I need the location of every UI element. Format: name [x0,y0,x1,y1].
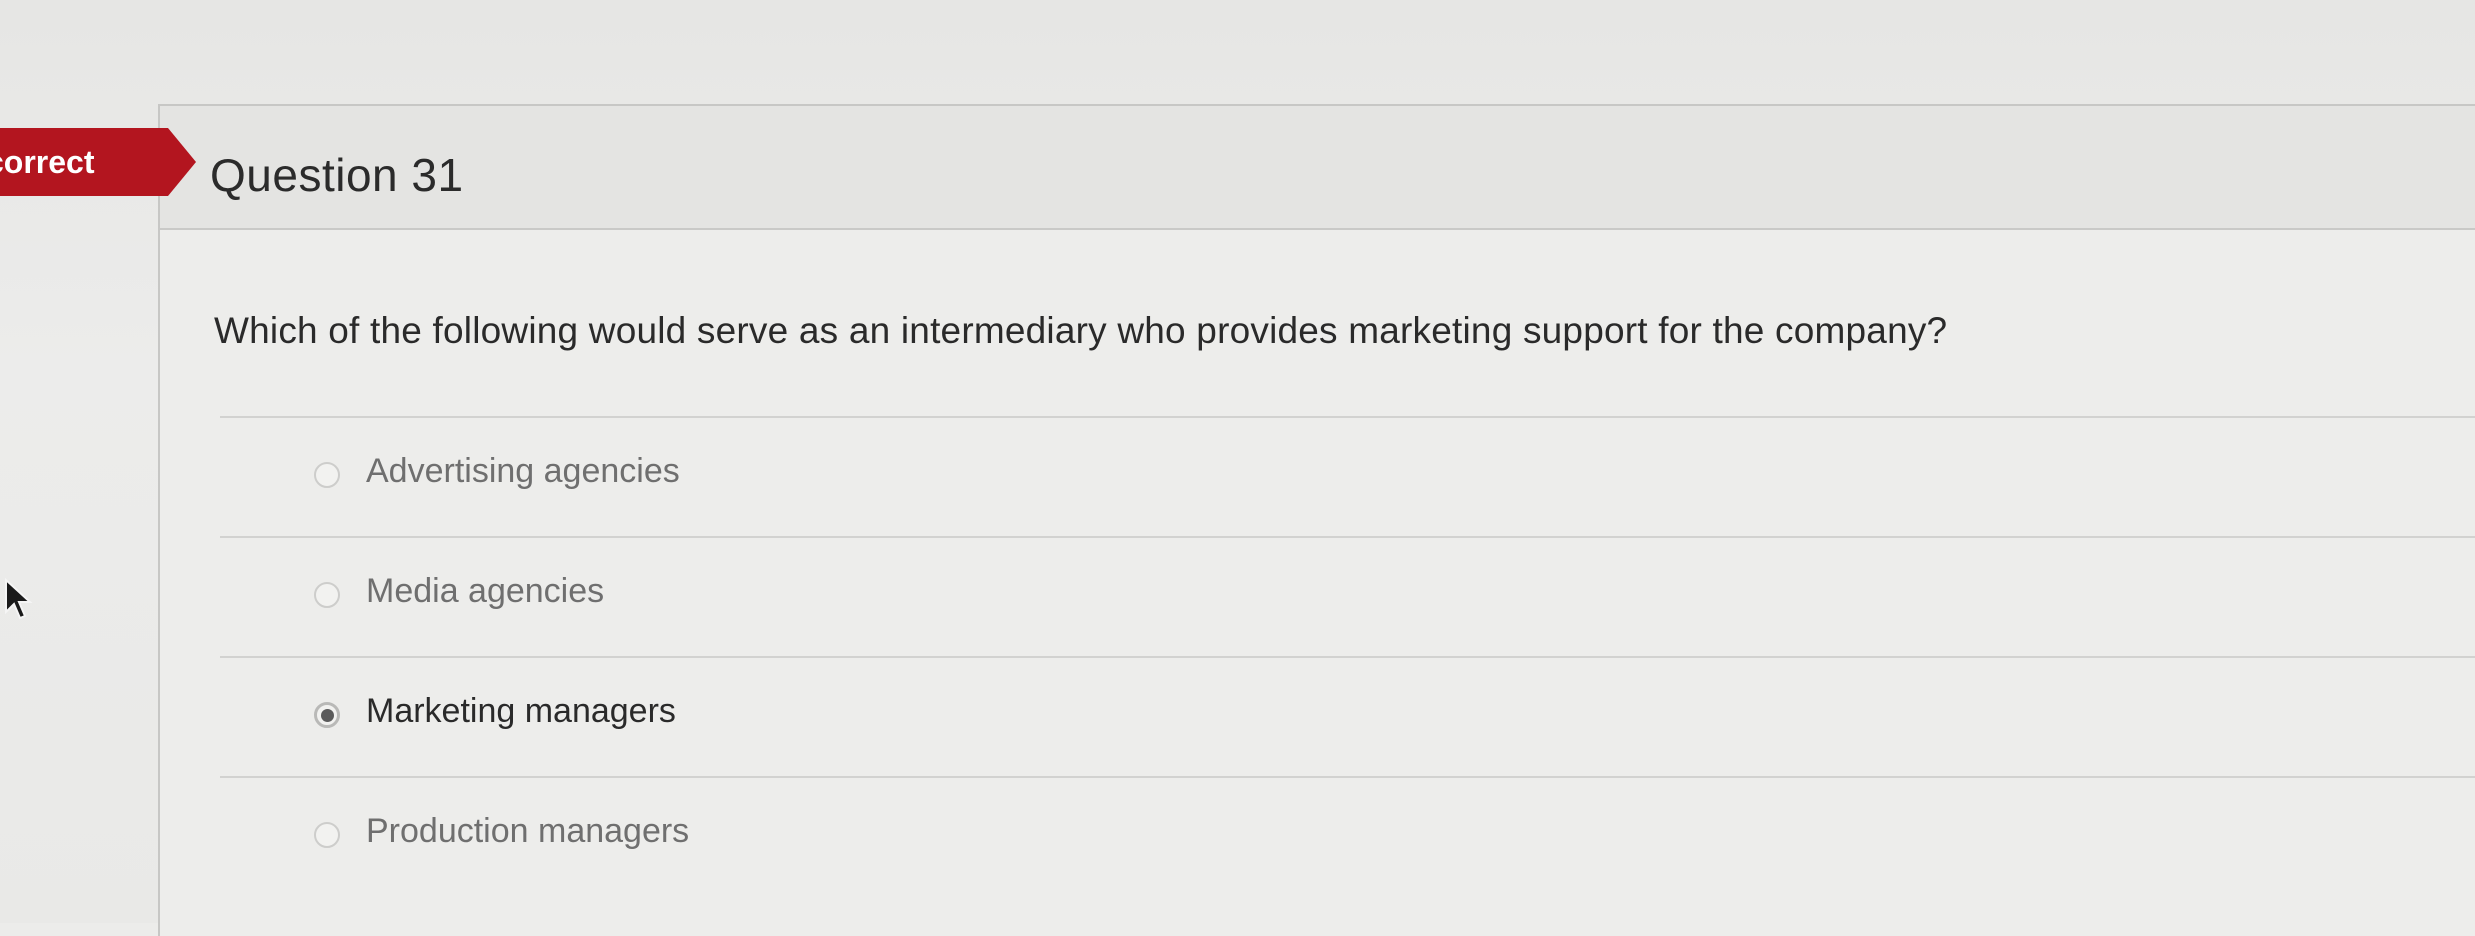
radio-button-selected[interactable] [314,702,340,728]
question-card: Question 31 Which of the following would… [158,104,2475,936]
answer-label: Marketing managers [366,692,676,730]
answer-list: Advertising agencies Media agencies Mark… [220,416,2475,896]
question-header: Question 31 [160,106,2475,230]
question-text: Which of the following would serve as an… [214,310,1948,351]
radio-button[interactable] [314,822,340,848]
answer-option-production-managers[interactable]: Production managers [220,776,2475,896]
answer-option-media-agencies[interactable]: Media agencies [220,536,2475,656]
status-flag: correct [0,128,168,196]
status-flag-tip [168,128,196,196]
answer-label: Media agencies [366,572,605,610]
answer-option-marketing-managers[interactable]: Marketing managers [220,656,2475,776]
status-label: correct [0,144,95,180]
answer-label: Production managers [366,812,690,850]
answer-label: Advertising agencies [366,452,680,490]
radio-button[interactable] [314,582,340,608]
mouse-cursor-icon [5,578,33,620]
answer-option-advertising-agencies[interactable]: Advertising agencies [220,416,2475,536]
radio-button[interactable] [314,462,340,488]
question-title: Question 31 [210,149,464,201]
